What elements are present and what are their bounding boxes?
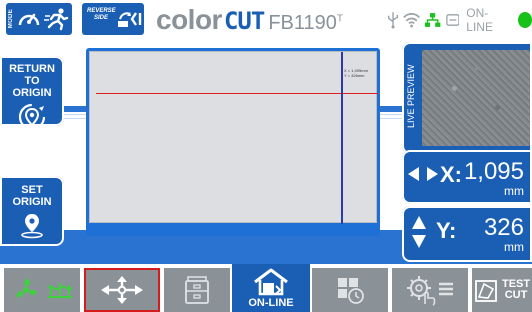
fan-icon bbox=[16, 278, 37, 298]
status-text: ON-LINE bbox=[466, 6, 493, 34]
online-button[interactable]: ON-LINE bbox=[232, 264, 310, 312]
reverse-side-label: REVERSE SIDE bbox=[87, 8, 116, 21]
bottom-toolbar: ON-LINE TEST CUT bbox=[0, 264, 532, 312]
model-name: FB1190T bbox=[268, 12, 343, 35]
return-to-origin-button[interactable]: RETURN TO ORIGIN bbox=[0, 56, 64, 131]
y-arrows-icon bbox=[412, 216, 426, 248]
main-area: RETURN TO ORIGIN SET ORIGIN X = 1,095mm … bbox=[0, 40, 532, 264]
online-label: ON-LINE bbox=[248, 297, 294, 309]
job-files-button[interactable] bbox=[164, 268, 230, 312]
test-cut-label: TEST CUT bbox=[502, 278, 531, 301]
network-icon bbox=[425, 13, 441, 27]
brand-logo: color CUT FB1190T bbox=[156, 4, 343, 36]
app-header: MODE REVERSE SIDE color CUT FB1190T ON-L… bbox=[0, 0, 532, 40]
coordinate-label: X = 1,095mm Y = 326mm bbox=[344, 68, 368, 78]
y-axis-label: Y: bbox=[436, 218, 457, 243]
x-axis-label: X: bbox=[440, 162, 462, 187]
file-cabinet-icon bbox=[185, 276, 209, 304]
reverse-side-button[interactable]: REVERSE SIDE bbox=[82, 3, 144, 35]
y-position-readout[interactable]: Y: 326 mm bbox=[402, 206, 532, 262]
live-preview-panel[interactable]: LIVE PREVIEW bbox=[402, 42, 532, 154]
live-preview-image bbox=[422, 50, 530, 146]
speedometer-icon bbox=[18, 13, 40, 26]
x-position-line bbox=[96, 93, 378, 94]
flip-sheet-icon bbox=[118, 12, 142, 27]
y-value: 326 bbox=[483, 214, 524, 241]
storage-icon bbox=[445, 14, 460, 26]
fan-vacuum-button[interactable] bbox=[4, 268, 80, 312]
y-position-line bbox=[341, 52, 343, 224]
connection-status: ON-LINE bbox=[387, 6, 532, 34]
move-arrows-icon bbox=[101, 276, 143, 304]
test-cut-icon bbox=[475, 280, 497, 302]
x-value: 1,095 bbox=[463, 158, 524, 185]
settings-button[interactable] bbox=[392, 268, 468, 312]
logo-color-text: color bbox=[156, 4, 222, 35]
schedule-icon bbox=[338, 278, 364, 304]
location-pin-icon bbox=[21, 214, 43, 239]
runner-icon bbox=[44, 8, 69, 31]
x-position-readout[interactable]: X: 1,095 mm bbox=[402, 150, 532, 204]
wifi-icon bbox=[403, 13, 421, 28]
x-unit: mm bbox=[504, 184, 524, 198]
x-arrows-icon bbox=[408, 167, 438, 181]
vacuum-icon bbox=[47, 283, 73, 299]
usb-icon bbox=[388, 12, 399, 29]
y-unit: mm bbox=[504, 240, 524, 254]
canvas-base-tab bbox=[86, 224, 380, 236]
cutting-canvas[interactable]: X = 1,095mm Y = 326mm bbox=[89, 51, 378, 224]
mode-label: MODE bbox=[8, 9, 14, 29]
model-suffix: T bbox=[336, 13, 344, 25]
job-queue-button[interactable] bbox=[312, 268, 388, 312]
move-head-button[interactable] bbox=[84, 268, 160, 312]
set-origin-label: SET ORIGIN bbox=[12, 184, 52, 208]
set-origin-button[interactable]: SET ORIGIN bbox=[0, 176, 64, 246]
home-icon bbox=[254, 268, 288, 296]
cutting-table-view[interactable]: X = 1,095mm Y = 326mm bbox=[86, 48, 380, 236]
logo-cut-text: CUT bbox=[223, 7, 265, 35]
model-number: FB1190 bbox=[268, 12, 337, 34]
test-cut-button[interactable]: TEST CUT bbox=[472, 268, 532, 312]
gear-touch-icon bbox=[407, 276, 453, 306]
live-preview-label: LIVE PREVIEW bbox=[406, 64, 416, 128]
return-location-icon bbox=[18, 103, 46, 131]
return-to-origin-label: RETURN TO ORIGIN bbox=[9, 63, 55, 99]
mode-button[interactable]: MODE bbox=[6, 3, 72, 35]
status-indicator bbox=[518, 12, 532, 28]
